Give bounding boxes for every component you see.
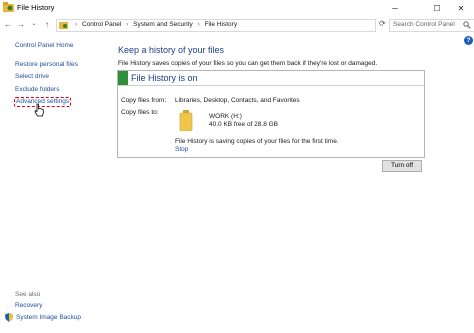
saving-message: File History is saving copies of your fi… bbox=[175, 138, 339, 145]
see-also-recovery-link[interactable]: Recovery bbox=[15, 302, 42, 309]
status-text: File History is on bbox=[131, 73, 198, 83]
stop-link[interactable]: Stop bbox=[175, 146, 188, 153]
page-title: Keep a history of your files bbox=[118, 45, 225, 55]
sidebar-item-restore-personal-files[interactable]: Restore personal files bbox=[15, 61, 78, 68]
usb-drive-icon bbox=[179, 110, 193, 131]
back-button[interactable]: ← bbox=[3, 19, 13, 30]
copy-to-label: Copy files to: bbox=[121, 109, 159, 116]
help-icon[interactable]: ? bbox=[464, 36, 473, 45]
file-history-icon bbox=[3, 2, 14, 12]
breadcrumb-separator: › bbox=[197, 21, 200, 28]
status-panel: File History is on Copy files from: Libr… bbox=[117, 70, 425, 158]
breadcrumb-system-and-security[interactable]: System and Security bbox=[133, 21, 193, 28]
copy-from-value: Libraries, Desktop, Contacts, and Favori… bbox=[175, 97, 300, 104]
shield-icon bbox=[5, 313, 13, 322]
status-header: File History is on bbox=[118, 71, 424, 86]
breadcrumb-file-history[interactable]: File History bbox=[205, 21, 238, 28]
window-title: File History bbox=[17, 3, 55, 12]
forward-button[interactable]: → bbox=[16, 19, 26, 30]
breadcrumb-control-panel[interactable]: Control Panel bbox=[82, 21, 121, 28]
navigation-bar: ← → ⌄ ↑ › Control Panel › System and Sec… bbox=[0, 16, 474, 34]
search-placeholder: Search Control Panel bbox=[393, 21, 455, 28]
control-panel-icon bbox=[59, 22, 68, 29]
drive-free-space: 40.0 KB free of 28.8 GB bbox=[209, 121, 279, 128]
see-also-system-image-backup-link[interactable]: System Image Backup bbox=[16, 314, 81, 321]
sidebar-item-exclude-folders[interactable]: Exclude folders bbox=[15, 86, 59, 93]
copy-from-label: Copy files from: bbox=[121, 97, 167, 104]
up-button[interactable]: ↑ bbox=[42, 19, 52, 30]
refresh-button[interactable]: ⟳ bbox=[379, 19, 386, 28]
turn-off-button[interactable]: Turn off bbox=[382, 160, 422, 172]
drive-name: WORK (H:) bbox=[209, 113, 242, 120]
minimize-button[interactable]: ─ bbox=[380, 0, 410, 16]
page-description: File History saves copies of your files … bbox=[118, 60, 378, 67]
search-input[interactable]: Search Control Panel bbox=[389, 19, 474, 32]
breadcrumb-separator: › bbox=[75, 21, 78, 28]
recent-locations-button[interactable]: ⌄ bbox=[29, 19, 39, 30]
address-bar[interactable]: › Control Panel › System and Security › … bbox=[56, 19, 421, 32]
title-bar: File History ─ ☐ ✕ bbox=[0, 0, 474, 16]
search-icon bbox=[463, 21, 471, 29]
hand-cursor-icon bbox=[34, 103, 44, 117]
sidebar-item-select-drive[interactable]: Select drive bbox=[15, 73, 49, 80]
close-button[interactable]: ✕ bbox=[446, 0, 474, 16]
breadcrumb-separator: › bbox=[126, 21, 129, 28]
see-also-label: See also bbox=[15, 291, 41, 298]
sidebar-item-control-panel-home[interactable]: Control Panel Home bbox=[15, 42, 74, 49]
breadcrumb: › Control Panel › System and Security › … bbox=[72, 21, 237, 28]
status-indicator bbox=[118, 71, 128, 85]
